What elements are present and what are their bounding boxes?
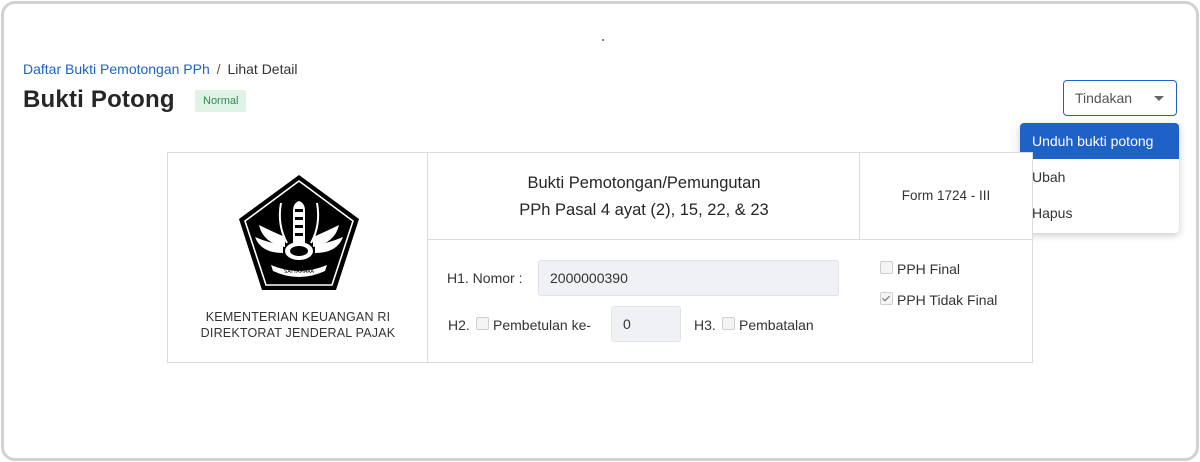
breadcrumb-separator: / xyxy=(216,61,221,77)
form-code: Form 1724 - III xyxy=(901,188,991,203)
pph-tidak-final-label: PPH Tidak Final xyxy=(897,292,998,308)
menu-item-edit[interactable]: Ubah xyxy=(1020,159,1179,195)
ministry-line-2: DIREKTORAT JENDERAL PAJAK xyxy=(200,326,396,340)
h2-label: H2. xyxy=(448,317,470,333)
breadcrumb-link-list[interactable]: Daftar Bukti Pemotongan PPh xyxy=(23,61,210,77)
h3-label: H3. xyxy=(694,317,716,333)
logo-cell: SATYAMARA KEMENTERIAN KEUANGAN RI DIREKT… xyxy=(168,153,428,362)
pph-tidak-final-checkbox[interactable] xyxy=(880,292,893,305)
actions-dropdown-label: Tindakan xyxy=(1075,90,1133,106)
pembetulan-label: Pembetulan ke- xyxy=(493,317,592,333)
pembatalan-label: Pembatalan xyxy=(739,317,814,333)
menu-item-delete[interactable]: Hapus xyxy=(1020,195,1179,231)
caret-down-icon xyxy=(1154,96,1164,101)
form-title-line-2: PPh Pasal 4 ayat (2), 15, 22, & 23 xyxy=(519,201,769,219)
svg-text:SATYAMARA: SATYAMARA xyxy=(284,269,314,275)
form-title-line-1: Bukti Pemotongan/Pemungutan xyxy=(527,174,761,192)
pph-final-checkbox[interactable] xyxy=(880,261,893,274)
ministry-text: KEMENTERIAN KEUANGAN RI DIREKTORAT JENDE… xyxy=(168,309,428,341)
menu-item-download[interactable]: Unduh bukti potong xyxy=(1020,123,1179,159)
actions-dropdown-button[interactable]: Tindakan xyxy=(1063,80,1177,116)
pph-final-label: PPH Final xyxy=(897,261,961,277)
breadcrumb-current: Lihat Detail xyxy=(227,61,298,77)
ministry-line-1: KEMENTERIAN KEUANGAN RI xyxy=(205,310,391,324)
kemenkeu-emblem-icon: SATYAMARA xyxy=(239,175,359,290)
nomor-field[interactable]: 2000000390 xyxy=(538,260,839,296)
actions-menu: Unduh bukti potong Ubah Hapus xyxy=(1020,123,1179,233)
pembetulan-checkbox[interactable] xyxy=(476,317,489,330)
form-title-cell: Bukti Pemotongan/Pemungutan PPh Pasal 4 … xyxy=(428,153,860,240)
loading-dot xyxy=(602,39,604,41)
status-badge: Normal xyxy=(195,90,247,112)
pembetulan-number-field[interactable]: 0 xyxy=(611,306,681,342)
bukti-potong-form: SATYAMARA KEMENTERIAN KEUANGAN RI DIREKT… xyxy=(167,152,1033,363)
h1-label: H1. Nomor : xyxy=(447,270,523,286)
page-title: Bukti Potong xyxy=(23,86,175,113)
breadcrumb: Daftar Bukti Pemotongan PPh / Lihat Deta… xyxy=(23,61,298,77)
form-code-cell: Form 1724 - III xyxy=(860,153,1032,240)
pembatalan-checkbox[interactable] xyxy=(722,317,735,330)
